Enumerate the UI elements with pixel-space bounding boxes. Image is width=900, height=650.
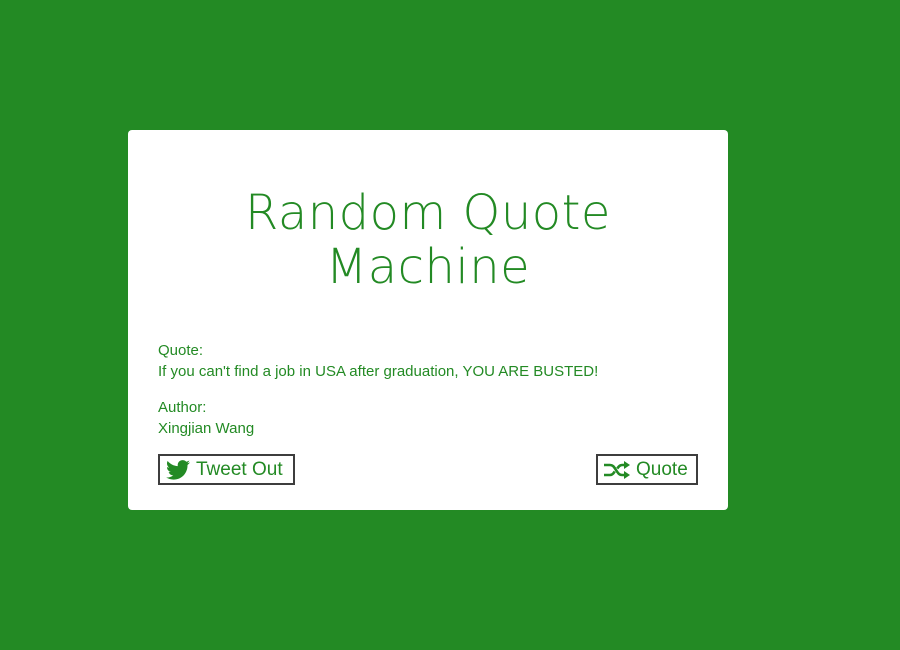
quote-label: Quote: bbox=[158, 342, 204, 359]
tweet-out-button[interactable]: Tweet Out bbox=[158, 454, 295, 485]
title-line-2: Machine bbox=[325, 239, 531, 295]
quote-button-label: Quote bbox=[636, 458, 688, 480]
title-line-1: Random Quote bbox=[245, 185, 611, 241]
quote-section: Quote: If you can't find a job in USA af… bbox=[158, 340, 598, 382]
quote-card: Random Quote Machine Quote: If you can't… bbox=[128, 130, 728, 510]
page-title: Random Quote Machine bbox=[128, 186, 728, 294]
new-quote-button[interactable]: Quote bbox=[596, 454, 698, 485]
author-label: Author: bbox=[158, 399, 207, 416]
page-background: { "title": { "line1": "Random Quote", "l… bbox=[0, 0, 900, 650]
author-name: Xingjian Wang bbox=[158, 420, 255, 437]
tweet-out-label: Tweet Out bbox=[196, 458, 283, 480]
author-section: Author: Xingjian Wang bbox=[158, 397, 254, 439]
shuffle-icon bbox=[604, 460, 630, 479]
twitter-icon bbox=[166, 459, 190, 480]
quote-text: If you can't find a job in USA after gra… bbox=[158, 363, 599, 380]
